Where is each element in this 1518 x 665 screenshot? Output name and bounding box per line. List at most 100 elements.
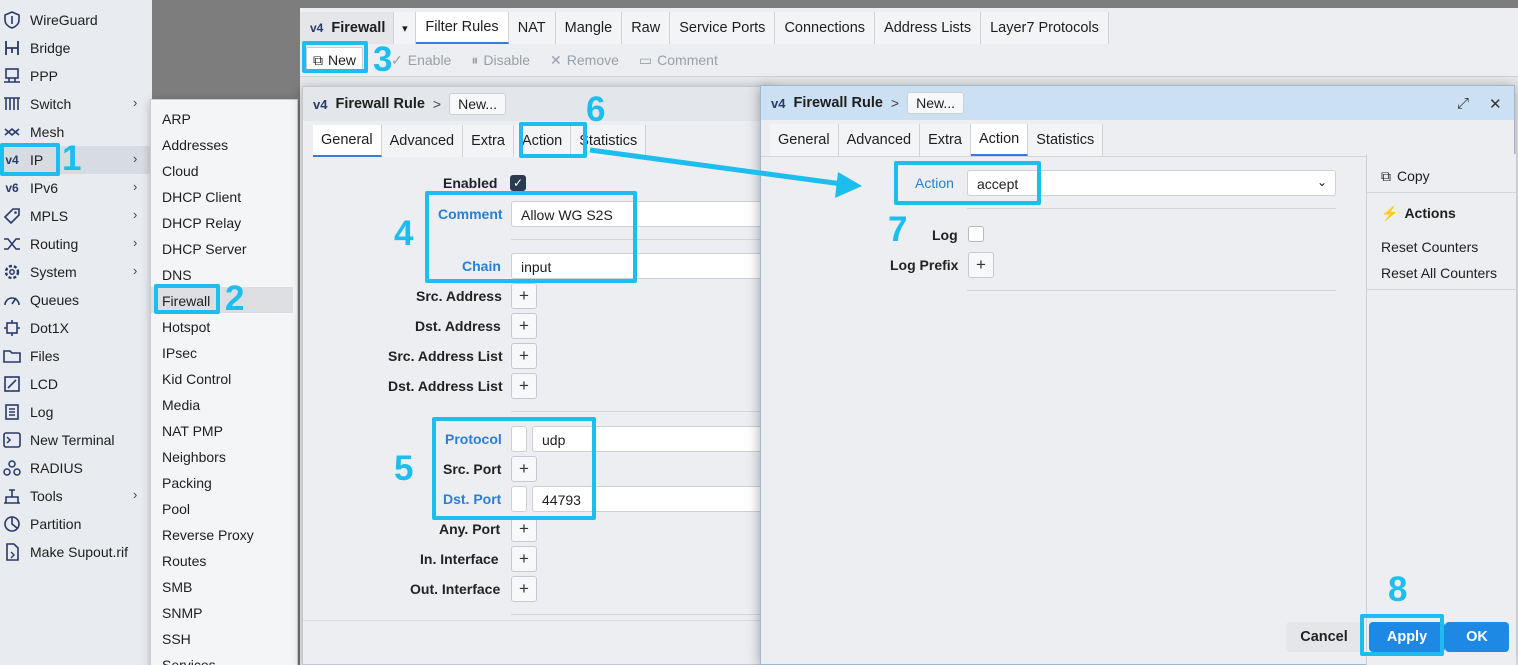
sidebar-item-switch[interactable]: Switch › [0, 90, 152, 118]
sidebar-item-dot1x[interactable]: Dot1X [0, 314, 152, 342]
cancel-button[interactable]: Cancel [1286, 622, 1362, 652]
submenu-item-snmp[interactable]: SNMP [151, 599, 297, 625]
shield-icon [2, 11, 22, 29]
submenu-item-smb[interactable]: SMB [151, 573, 297, 599]
src-address-add-button[interactable]: + [511, 283, 537, 309]
submenu-item-firewall[interactable]: Firewall [151, 287, 293, 313]
sidebar-item-new-terminal[interactable]: New Terminal [0, 426, 152, 454]
tab-action[interactable]: Action [513, 125, 572, 157]
tab-layer7-protocols[interactable]: Layer7 Protocols [981, 12, 1109, 44]
dst-address-add-button[interactable]: + [511, 313, 537, 339]
submenu-item-reverse-proxy[interactable]: Reverse Proxy [151, 521, 297, 547]
divider [511, 411, 773, 412]
tab-general[interactable]: General [770, 124, 839, 156]
new-button[interactable]: ⧉ New [306, 47, 364, 73]
copy-button[interactable]: ⧉ Copy [1381, 168, 1430, 185]
sidebar-item-partition[interactable]: Partition [0, 510, 152, 538]
reset-all-counters-button[interactable]: Reset All Counters [1381, 265, 1497, 281]
tab-statistics[interactable]: Statistics [571, 125, 647, 157]
log-prefix-add-button[interactable]: + [968, 252, 994, 278]
close-icon[interactable]: ✕ [1489, 95, 1502, 113]
submenu-item-hotspot[interactable]: Hotspot [151, 313, 297, 339]
src-port-label: Src. Port [443, 461, 502, 477]
ok-button[interactable]: OK [1445, 622, 1509, 652]
chain-field[interactable]: input [511, 253, 773, 279]
divider [511, 239, 773, 240]
dst-port-negate-toggle[interactable] [511, 486, 527, 512]
log-checkbox[interactable] [968, 226, 984, 242]
tab-connections[interactable]: Connections [775, 12, 876, 44]
src-address-list-add-button[interactable]: + [511, 343, 537, 369]
action-select[interactable]: accept ⌄ [967, 170, 1336, 196]
tab-advanced[interactable]: Advanced [838, 124, 921, 156]
tab-extra[interactable]: Extra [463, 125, 514, 157]
restore-icon[interactable]: ⤢ [1457, 95, 1469, 112]
submenu-item-packing[interactable]: Packing [151, 469, 297, 495]
sidebar-item-files[interactable]: Files [0, 342, 152, 370]
tab-statistics[interactable]: Statistics [1028, 124, 1104, 156]
submenu-item-media[interactable]: Media [151, 391, 297, 417]
chevron-down-icon[interactable]: ▾ [394, 12, 417, 44]
src-port-add-button[interactable]: + [511, 456, 537, 482]
sidebar-item-ipv6[interactable]: v6 IPv6 › [0, 174, 152, 202]
tab-filter-rules[interactable]: Filter Rules [416, 12, 509, 44]
submenu-item-ipsec[interactable]: IPsec [151, 339, 297, 365]
sidebar-item-log[interactable]: Log [0, 398, 152, 426]
sidebar-item-system[interactable]: System › [0, 258, 152, 286]
tab-advanced[interactable]: Advanced [381, 125, 464, 157]
in-interface-add-button[interactable]: + [511, 546, 537, 572]
protocol-label: Protocol [445, 431, 502, 447]
sidebar-item-bridge[interactable]: Bridge [0, 34, 152, 62]
tab-mangle[interactable]: Mangle [555, 12, 623, 44]
tab-extra[interactable]: Extra [920, 124, 971, 156]
sidebar-item-routing[interactable]: Routing › [0, 230, 152, 258]
submenu-item-pool[interactable]: Pool [151, 495, 297, 521]
submenu-item-services[interactable]: Services [151, 651, 297, 665]
tab-nat[interactable]: NAT [508, 12, 556, 44]
submenu-item-dhcp-relay[interactable]: DHCP Relay [151, 209, 297, 235]
submenu-item-kid-control[interactable]: Kid Control [151, 365, 297, 391]
check-icon: ✓ [391, 51, 403, 68]
file-icon [2, 543, 22, 561]
submenu-item-ssh[interactable]: SSH [151, 625, 297, 651]
reset-counters-button[interactable]: Reset Counters [1381, 239, 1478, 255]
dst-port-field[interactable]: 44793 [532, 486, 773, 512]
submenu-item-dhcp-server[interactable]: DHCP Server [151, 235, 297, 261]
tab-raw[interactable]: Raw [622, 12, 671, 44]
sidebar-item-radius[interactable]: RADIUS [0, 454, 152, 482]
dst-address-list-add-button[interactable]: + [511, 373, 537, 399]
protocol-field[interactable]: udp [532, 426, 773, 452]
remove-button[interactable]: ✕ Remove [540, 47, 629, 73]
sidebar-item-make-supout[interactable]: Make Supout.rif [0, 538, 152, 566]
submenu-item-neighbors[interactable]: Neighbors [151, 443, 297, 469]
submenu-item-routes[interactable]: Routes [151, 547, 297, 573]
sidebar-item-mpls[interactable]: MPLS › [0, 202, 152, 230]
chevron-right-icon: › [133, 179, 138, 194]
tab-service-ports[interactable]: Service Ports [670, 12, 776, 44]
tab-action[interactable]: Action [970, 124, 1029, 156]
sidebar-item-queues[interactable]: Queues [0, 286, 152, 314]
submenu-item-cloud[interactable]: Cloud [151, 157, 297, 183]
disable-button[interactable]: ⏸ Disable [461, 47, 540, 73]
any-port-add-button[interactable]: + [511, 516, 537, 542]
firewall-tabs: v4 Firewall ▾ Filter Rules NAT Mangle Ra… [300, 12, 1518, 46]
submenu-item-arp[interactable]: ARP [151, 105, 297, 131]
chevron-right-icon: › [133, 235, 138, 250]
out-interface-add-button[interactable]: + [511, 576, 537, 602]
sidebar-item-ppp[interactable]: PPP [0, 62, 152, 90]
enabled-checkbox[interactable]: ✓ [510, 175, 526, 191]
comment-button[interactable]: ▭ Comment [629, 47, 728, 73]
sidebar-item-lcd[interactable]: LCD [0, 370, 152, 398]
sidebar-item-wireguard[interactable]: WireGuard [0, 6, 152, 34]
tab-address-lists[interactable]: Address Lists [875, 12, 982, 44]
submenu-item-dhcp-client[interactable]: DHCP Client [151, 183, 297, 209]
sidebar-item-tools[interactable]: Tools › [0, 482, 152, 510]
submenu-item-addresses[interactable]: Addresses [151, 131, 297, 157]
comment-field[interactable]: Allow WG S2S [511, 201, 773, 227]
protocol-negate-toggle[interactable] [511, 426, 527, 452]
apply-button[interactable]: Apply [1369, 622, 1445, 652]
submenu-item-nat-pmp[interactable]: NAT PMP [151, 417, 297, 443]
tab-general[interactable]: General [313, 125, 382, 157]
submenu-item-dns[interactable]: DNS [151, 261, 297, 287]
enable-button[interactable]: ✓ Enable [381, 47, 461, 73]
